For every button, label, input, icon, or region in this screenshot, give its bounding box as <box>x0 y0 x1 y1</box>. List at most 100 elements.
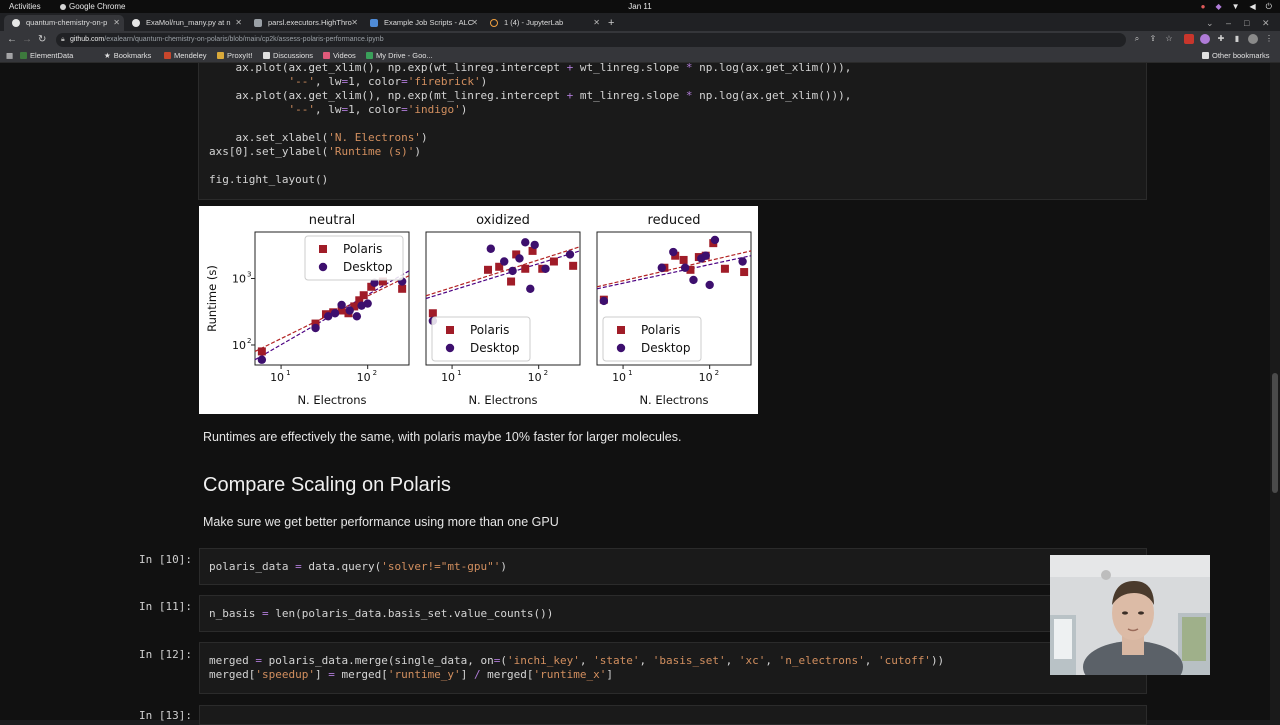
volume-icon[interactable]: ◀ <box>1250 0 1256 13</box>
minimize-window-icon[interactable]: – <box>1226 15 1231 31</box>
scrollbar-thumb[interactable] <box>1272 373 1278 493</box>
legend-marker-desktop <box>318 262 328 272</box>
tab-title: quantum-chemistry-on-p <box>26 18 108 27</box>
bookmark-label: My Drive - Goo... <box>376 51 433 60</box>
extension-purple-icon[interactable] <box>1200 34 1210 44</box>
data-point-polaris <box>521 264 530 273</box>
bookmark-elementdata[interactable]: ElementData <box>20 49 73 63</box>
data-point-polaris <box>428 309 437 318</box>
code-line: ax.plot(ax.get_xlim(), np.exp(wt_linreg.… <box>209 61 852 74</box>
network-icon[interactable]: ▼ <box>1232 0 1240 13</box>
code-cell-11[interactable]: n_basis = len(polaris_data.basis_set.val… <box>199 595 1147 632</box>
legend-label: Desktop <box>641 341 691 355</box>
x-tick-exponent: 2 <box>715 369 719 377</box>
tab-close-icon[interactable]: ✕ <box>593 15 600 31</box>
data-point-polaris <box>679 255 688 264</box>
share-icon[interactable]: ⇪ <box>1148 34 1158 44</box>
webcam-overlay <box>1050 555 1210 675</box>
code-cell-source: polaris_data = data.query('solver!="mt-g… <box>209 560 507 574</box>
record-icon[interactable]: ● <box>1201 0 1206 13</box>
code-cell-10[interactable]: polaris_data = data.query('solver!="mt-g… <box>199 548 1147 585</box>
folder-icon <box>263 52 270 59</box>
cell-prompt: In [10]: <box>139 553 192 566</box>
code-line: polaris_data = data.query('solver!="mt-g… <box>209 560 508 573</box>
chrome-menu-icon[interactable]: ⋮ <box>1264 34 1274 44</box>
browser-tab-strip: quantum-chemistry-on-p ✕ ExaMol/run_many… <box>0 13 1280 31</box>
back-arrow-icon[interactable]: ← <box>7 31 17 49</box>
forward-arrow-icon[interactable]: → <box>22 31 32 49</box>
system-tray[interactable]: ● ◆ ▼ ◀ ⏻ <box>1201 0 1272 13</box>
data-point-desktop <box>521 238 530 247</box>
section-heading: Compare Scaling on Polaris <box>203 474 451 496</box>
bookmark-mendeley[interactable]: Mendeley <box>164 49 207 63</box>
data-point-desktop <box>565 250 575 259</box>
reload-icon[interactable]: ↻ <box>38 31 46 49</box>
y-axis-label: Runtime (s) <box>205 265 219 332</box>
bookmark-label: Bookmarks <box>113 51 152 60</box>
tab-close-icon[interactable]: ✕ <box>235 15 242 31</box>
mendeley-icon <box>164 52 171 59</box>
x-tick-exponent: 1 <box>457 369 461 377</box>
data-point-desktop <box>710 235 720 245</box>
tab-title: parsl.executors.HighThro <box>268 18 352 27</box>
legend-marker-desktop <box>445 343 455 353</box>
address-path: /exalearn/quantum-chemistry-on-polaris/b… <box>104 36 384 43</box>
data-point-polaris <box>549 257 558 266</box>
activities-button[interactable]: Activities <box>9 0 41 13</box>
extension-icon[interactable]: ◆ <box>1215 0 1221 13</box>
x-tick-label: 10 <box>357 371 371 384</box>
legend-marker-desktop <box>616 343 626 353</box>
apps-grid-icon[interactable]: ▦ <box>6 49 13 63</box>
x-tick-exponent: 2 <box>373 369 377 377</box>
lock-icon: 🔒︎ <box>61 36 65 43</box>
tab-example-job-scripts[interactable]: Example Job Scripts - ALC ✕ <box>362 15 482 31</box>
page-scrollbar[interactable] <box>1270 63 1280 720</box>
power-icon[interactable]: ⏻ <box>1266 0 1272 13</box>
code-cell-source: ax.plot(ax.get_xlim(), np.exp(wt_linreg.… <box>209 61 851 187</box>
elementdata-icon <box>20 52 27 59</box>
x-tick-label: 10 <box>612 371 626 384</box>
legend-marker-polaris <box>319 245 327 253</box>
tab-title: ExaMol/run_many.py at n <box>146 18 231 27</box>
tab-close-icon[interactable]: ✕ <box>113 15 120 31</box>
tab-close-icon[interactable]: ✕ <box>471 15 478 31</box>
bookmark-star-icon[interactable]: ☆ <box>1164 34 1174 44</box>
code-cell-source: n_basis = len(polaris_data.basis_set.val… <box>209 607 553 621</box>
profile-avatar[interactable] <box>1248 34 1258 44</box>
data-point-desktop <box>311 323 320 333</box>
code-cell-source <box>209 710 216 724</box>
side-panel-icon[interactable]: ▮ <box>1232 34 1242 44</box>
github-favicon-icon <box>132 19 140 27</box>
data-point-desktop <box>363 299 372 308</box>
data-point-polaris <box>257 347 266 356</box>
new-tab-button[interactable]: + <box>608 15 614 31</box>
jupyter-favicon-icon <box>490 19 498 27</box>
scatter-plots-svg: neutral10 1 10 210 210 3Runtime (s)N. Electro… <box>205 213 752 407</box>
extensions-puzzle-icon[interactable]: ✚ <box>1216 34 1226 44</box>
zoom-icon[interactable]: ⌕ <box>1132 34 1142 44</box>
maximize-window-icon[interactable]: □ <box>1244 15 1249 31</box>
videos-icon <box>323 52 330 59</box>
tab-quantum-chemistry[interactable]: quantum-chemistry-on-p ✕ <box>4 15 124 31</box>
tab-examol-run-many[interactable]: ExaMol/run_many.py at n ✕ <box>124 15 246 31</box>
fit-line-polaris <box>425 246 581 297</box>
active-app-indicator[interactable]: Google Chrome <box>60 0 125 13</box>
address-bar[interactable]: 🔒︎ github.com/exalearn/quantum-chemistry… <box>56 33 1126 47</box>
code-cell-13[interactable] <box>199 705 1147 725</box>
code-line: axs[0].set_ylabel('Runtime (s)') <box>209 145 421 158</box>
close-window-icon[interactable]: ✕ <box>1262 15 1270 31</box>
legend-label: Desktop <box>343 260 393 274</box>
tab-search-icon[interactable]: ⌄ <box>1206 15 1214 31</box>
x-tick-label: 10 <box>699 371 713 384</box>
code-cell-plot-source[interactable]: ax.plot(ax.get_xlim(), np.exp(wt_linreg.… <box>198 61 1147 200</box>
data-point-desktop <box>689 275 698 285</box>
code-cell-12[interactable]: merged = polaris_data.merge(single_data,… <box>199 642 1147 694</box>
tab-jupyterlab[interactable]: 1 (4) - JupyterLab ✕ <box>482 15 604 31</box>
bookmark-bookmarks[interactable]: ★ Bookmarks <box>104 49 151 63</box>
other-bookmarks-folder[interactable]: Other bookmarks <box>1202 49 1270 63</box>
tab-close-icon[interactable]: ✕ <box>351 15 358 31</box>
tab-title: Example Job Scripts - ALC <box>384 18 474 27</box>
star-icon: ★ <box>104 51 111 60</box>
extension-red-icon[interactable] <box>1184 34 1194 44</box>
tab-parsl-executors[interactable]: parsl.executors.HighThro ✕ <box>246 15 362 31</box>
